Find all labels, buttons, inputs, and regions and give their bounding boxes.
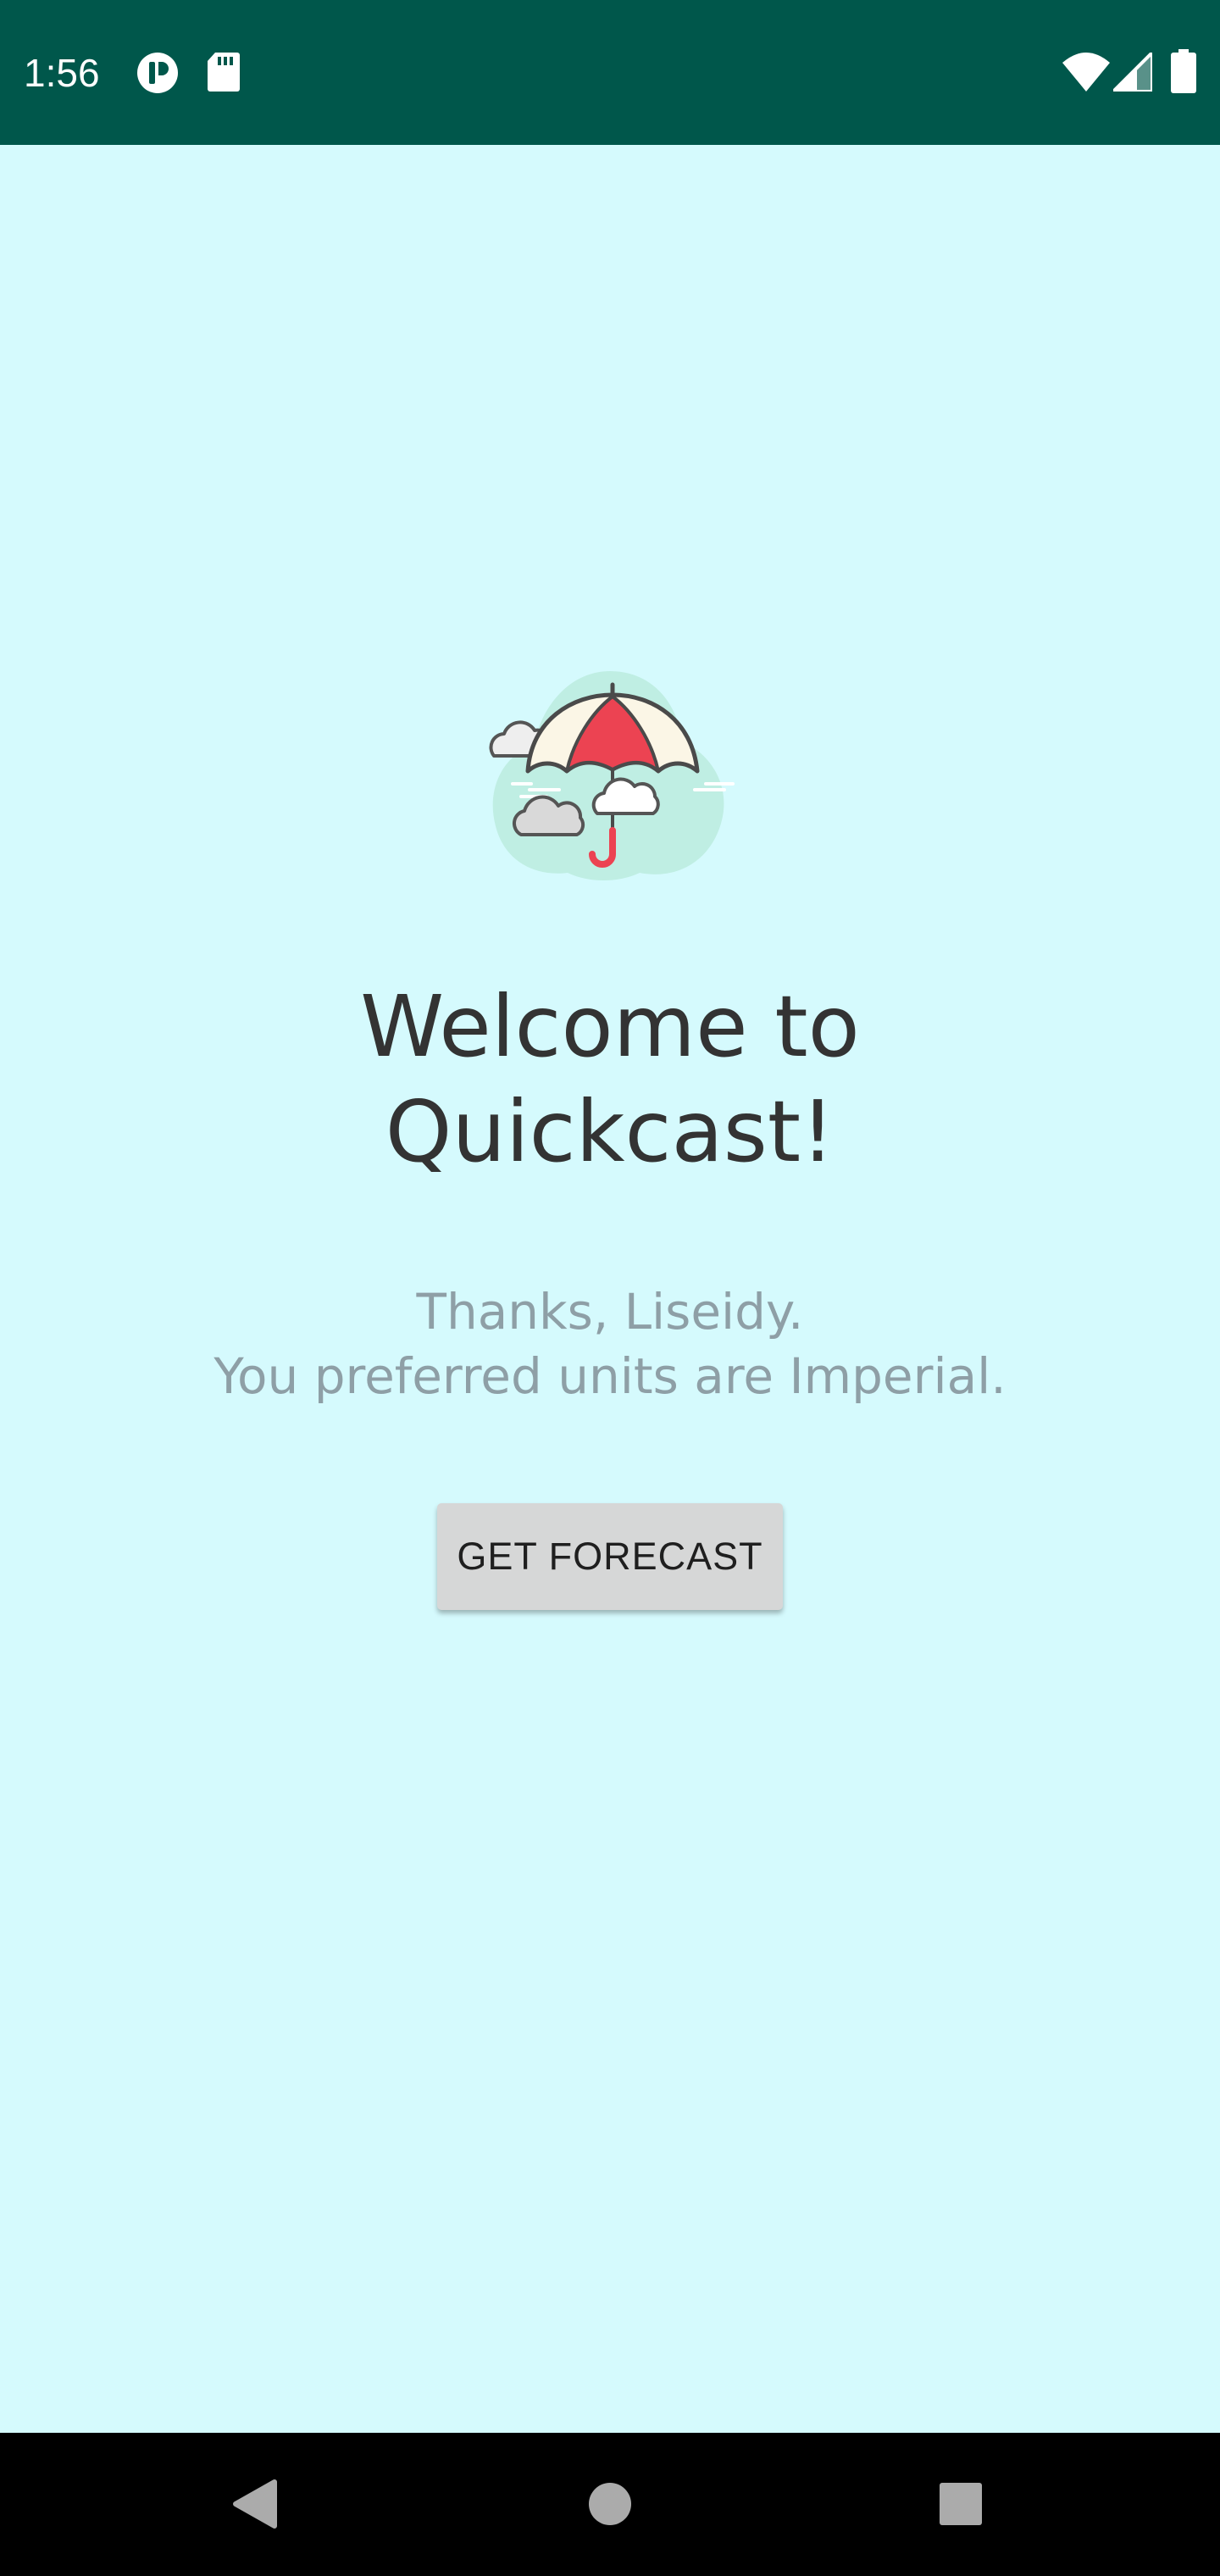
app-notification-icon: [137, 53, 178, 93]
status-bar: 1:56: [0, 0, 1220, 145]
thanks-text: Thanks, Liseidy.: [416, 1283, 804, 1341]
welcome-title-line1: Welcome to: [360, 977, 860, 1076]
units-message: Thanks, Liseidy. You preferred units are…: [0, 1280, 1220, 1408]
status-time: 1:56: [24, 51, 100, 95]
navigation-bar: [0, 2433, 1220, 2576]
cell-signal-icon: [1113, 53, 1152, 92]
home-icon[interactable]: [542, 2433, 678, 2576]
back-icon[interactable]: [186, 2433, 322, 2576]
welcome-title: Welcome to Quickcast!: [0, 974, 1220, 1185]
get-forecast-button[interactable]: GET FORECAST: [437, 1503, 783, 1610]
welcome-title-line2: Quickcast!: [385, 1082, 835, 1181]
wifi-icon: [1062, 53, 1110, 92]
battery-icon: [1171, 49, 1196, 93]
umbrella-clouds-icon: [489, 671, 735, 880]
recents-icon[interactable]: [893, 2433, 1029, 2576]
sd-card-icon: [208, 53, 240, 92]
units-text: You preferred units are Imperial.: [214, 1347, 1006, 1405]
